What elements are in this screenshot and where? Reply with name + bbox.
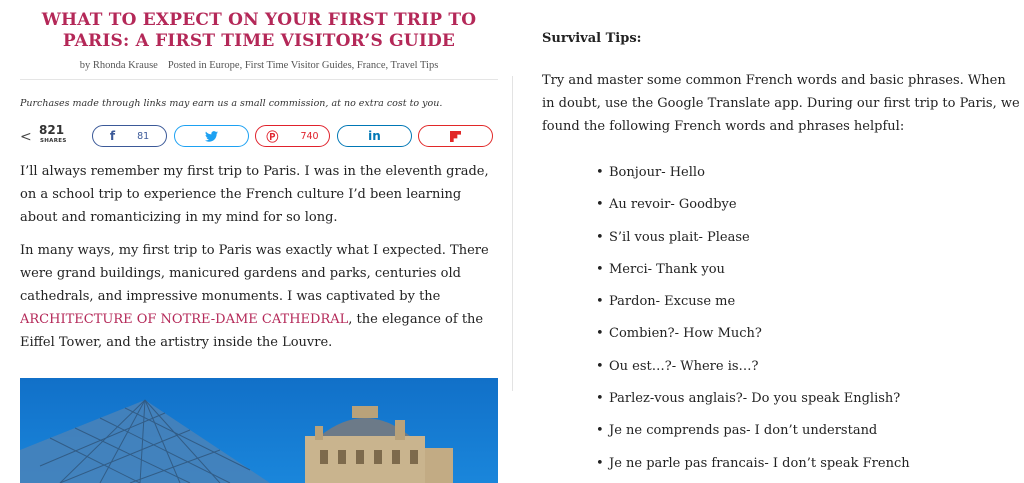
list-item: • S’il vous plait- Please <box>596 222 1020 254</box>
survival-tips-heading: Survival Tips: <box>542 31 642 46</box>
list-item: • Je ne parle pas francais- I don’t speak… <box>596 448 1020 480</box>
twitter-share-button[interactable] <box>174 125 249 147</box>
article-column: WHAT TO EXPECT ON YOUR FIRST TRIP TO PAR… <box>20 0 498 483</box>
share-count: 821 <box>39 123 65 137</box>
author-link[interactable]: by Rhonda Krause <box>80 60 158 71</box>
list-item: • Merci- Thank you <box>596 254 1020 286</box>
pinterest-share-count: 740 <box>300 130 319 142</box>
bullet-icon: • <box>596 197 604 213</box>
flipboard-share-button[interactable] <box>418 125 493 147</box>
louvre-photo <box>20 378 498 483</box>
bullet-icon: • <box>596 358 604 374</box>
pinterest-icon: Ⓟ <box>266 129 279 144</box>
bullet-icon: • <box>596 229 604 245</box>
column-divider <box>512 76 513 391</box>
share-total: < 821 SHARES <box>20 123 80 147</box>
share-bar: < 821 SHARES f 81 Ⓟ 740 in <box>20 123 498 147</box>
list-item: • Bonjour- Hello <box>596 157 1020 189</box>
affiliate-disclaimer: Purchases made through links may earn us… <box>20 98 443 109</box>
list-item: • Pardon- Excuse me <box>596 286 1020 318</box>
list-item: • Parlez-vous anglais?- Do you speak Engl… <box>596 383 1020 415</box>
facebook-share-button[interactable]: f 81 <box>92 125 167 147</box>
article-title: WHAT TO EXPECT ON YOUR FIRST TRIP TO PAR… <box>41 10 477 51</box>
bullet-icon: • <box>596 165 604 180</box>
intro-paragraph: I’ll always remember my first trip to Pa… <box>20 164 489 225</box>
list-item: • Ou est…?- Where is…? <box>596 351 1020 383</box>
bullet-icon: • <box>596 326 604 342</box>
linkedin-share-button[interactable]: in <box>337 125 412 147</box>
notre-dame-link[interactable]: ARCHITECTURE OF NOTRE-DAME CATHEDRAL <box>20 312 348 327</box>
facebook-icon: f <box>109 129 116 143</box>
paragraph-text: In many ways, my first trip to Paris was… <box>20 243 489 304</box>
survival-tips-column: Survival Tips: Try and master some commo… <box>542 0 1020 480</box>
phrase-list: • Bonjour- Hello • Au revoir- Goodbye • S’i… <box>596 157 1020 480</box>
louvre-illustration <box>20 399 453 483</box>
bullet-icon: • <box>596 261 604 277</box>
pinterest-share-button[interactable]: Ⓟ 740 <box>255 125 330 147</box>
title-divider <box>20 79 498 80</box>
list-item: • Combien?- How Much? <box>596 318 1020 350</box>
share-count-label: SHARES <box>40 138 67 144</box>
flipboard-icon <box>450 130 461 142</box>
twitter-icon <box>205 130 218 142</box>
category-links[interactable]: Posted in Europe, First Time Visitor Gui… <box>168 60 438 71</box>
bullet-icon: • <box>596 294 604 310</box>
bullet-icon: • <box>596 423 604 439</box>
list-item: • Je ne comprends pas- I don’t understand <box>596 415 1020 447</box>
bullet-icon: • <box>596 391 604 407</box>
bullet-icon: • <box>596 455 604 471</box>
byline: by Rhonda Krause Posted in Europe, First … <box>20 60 498 71</box>
share-icon: < <box>20 129 32 145</box>
linkedin-icon: in <box>368 129 381 143</box>
survival-tips-intro: Try and master some common French words … <box>542 73 1020 134</box>
list-item: • Au revoir- Goodbye <box>596 189 1020 221</box>
facebook-share-count: 81 <box>137 130 150 142</box>
second-paragraph: In many ways, my first trip to Paris was… <box>20 239 498 354</box>
